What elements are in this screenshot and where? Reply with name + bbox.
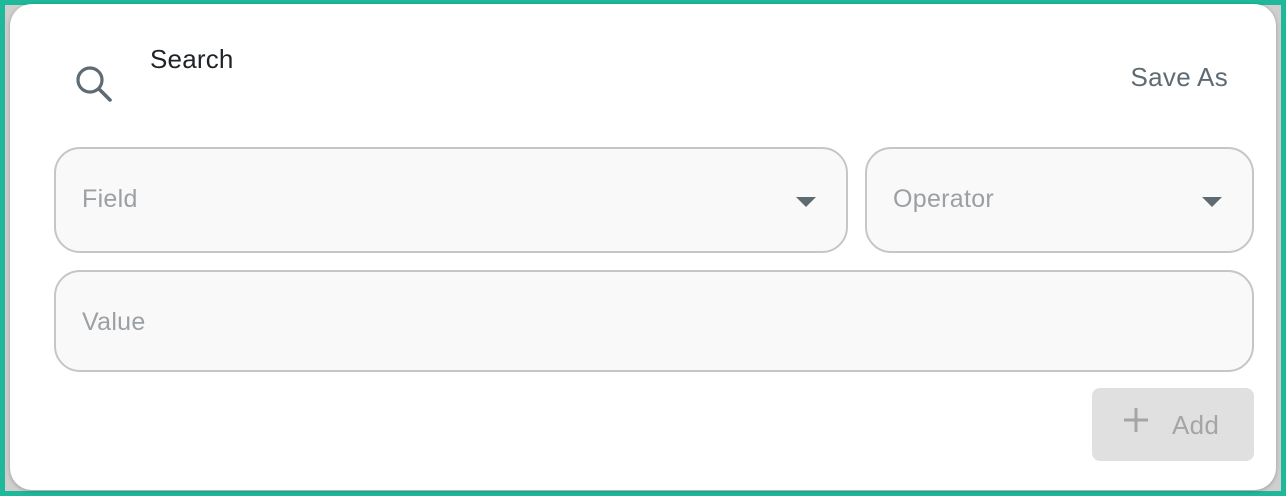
add-button-label: Add: [1172, 410, 1220, 440]
field-select[interactable]: Field: [54, 147, 848, 253]
window-frame: Search Save As Field Operator Value Add: [0, 0, 1286, 496]
add-button[interactable]: Add: [1092, 388, 1254, 461]
chevron-down-icon: [1202, 197, 1222, 207]
search-icon: [76, 66, 112, 102]
search-dialog: Search Save As Field Operator Value Add: [10, 4, 1276, 490]
chevron-down-icon: [796, 197, 816, 207]
field-placeholder: Field: [82, 185, 138, 213]
value-placeholder: Value: [82, 308, 146, 336]
dialog-title: Search: [150, 44, 234, 74]
value-input[interactable]: Value: [54, 270, 1254, 372]
save-as-button[interactable]: Save As: [1131, 62, 1229, 93]
operator-select[interactable]: Operator: [865, 147, 1254, 253]
operator-placeholder: Operator: [893, 185, 995, 213]
plus-icon: [1124, 408, 1148, 432]
